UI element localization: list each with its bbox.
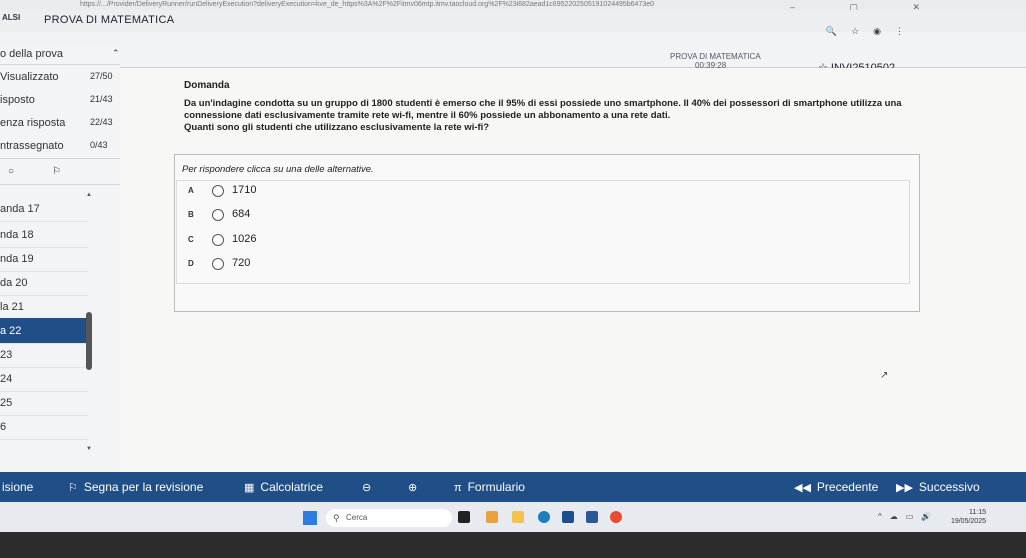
flag-icon: ⚐: [68, 482, 78, 494]
stat-contrassegnato: ntrassegnato 0/43: [0, 140, 120, 152]
mail-icon[interactable]: [586, 511, 598, 523]
stat-risposto: isposto 21/43: [0, 94, 120, 106]
mouse-cursor-icon: ↗: [880, 370, 889, 381]
bottom-action-bar: isione ⚐ Segna per la revisione ▦ Calcolat…: [0, 472, 1026, 502]
zoom-in-icon: ⊕: [408, 482, 418, 494]
app-logo: ALSI: [2, 13, 21, 22]
stat-label: enza risposta: [0, 117, 66, 129]
stat-value: 27/50: [90, 71, 113, 81]
widget-icon[interactable]: [486, 511, 498, 523]
list-item[interactable]: 25: [0, 390, 88, 416]
sidebar: o della prova ⌃ Visualizzato 27/50 ispos…: [0, 46, 120, 472]
option-letter: D: [188, 259, 194, 268]
scroll-down-arrow[interactable]: ▼: [86, 446, 92, 452]
stat-label: isposto: [0, 94, 35, 106]
question-prompt: Quanti sono gli studenti che utilizzano …: [184, 122, 490, 133]
section-label: o della prova: [0, 48, 63, 60]
scrollbar-thumb[interactable]: [86, 312, 92, 370]
zoom-out-icon: ⊖: [362, 482, 372, 494]
option-text: 720: [232, 257, 251, 269]
browser-toolbar-icons[interactable]: 🔍☆◉⋮: [826, 26, 918, 37]
revision-button[interactable]: isione: [2, 480, 33, 494]
search-placeholder: Cerca: [346, 513, 368, 522]
list-item[interactable]: nda 19: [0, 246, 88, 272]
list-item[interactable]: 23: [0, 342, 88, 368]
list-item[interactable]: 24: [0, 366, 88, 392]
stat-label: ntrassegnato: [0, 140, 64, 152]
question-body: Da un'indagine condotta su un gruppo di …: [184, 98, 902, 121]
radio-button[interactable]: [212, 234, 224, 246]
option-letter: A: [188, 186, 194, 195]
previous-button[interactable]: ◀◀ Precedente: [794, 480, 878, 494]
folder-icon[interactable]: [512, 511, 524, 523]
stat-value: 22/43: [90, 117, 113, 127]
list-item-active[interactable]: a 22: [0, 318, 88, 344]
next-icon: ▶▶: [896, 482, 913, 494]
list-item[interactable]: da 20: [0, 270, 88, 296]
mark-label: Segna per la revisione: [83, 480, 204, 494]
monitor-bezel: [0, 532, 1026, 558]
exam-header: PROVA DI MATEMATICA 00:39:28 ☆ INVI25105…: [0, 32, 1026, 74]
option-letter: B: [188, 210, 194, 219]
extension-icon[interactable]: ◉: [873, 26, 895, 36]
zoom-icon[interactable]: 🔍: [826, 26, 851, 36]
clock-time: 11:15: [969, 509, 986, 516]
exam-name: PROVA DI MATEMATICA: [670, 52, 761, 61]
answer-instruction: Per rispondere clicca su una delle alter…: [182, 164, 374, 175]
windows-start-icon[interactable]: [303, 511, 317, 525]
menu-icon[interactable]: ⋮: [895, 26, 918, 36]
option-text: 684: [232, 208, 251, 220]
calculator-icon: ▦: [244, 482, 255, 494]
sidebar-section-title[interactable]: o della prova ⌃: [0, 48, 120, 60]
stat-visualizzato: Visualizzato 27/50: [0, 71, 120, 83]
radio-button[interactable]: [212, 209, 224, 221]
circle-filter-icon[interactable]: ○: [8, 166, 14, 177]
next-label: Successivo: [918, 480, 980, 494]
taskbar-clock[interactable]: 11:15 19/05/2025: [940, 508, 986, 526]
stat-value: 21/43: [90, 94, 113, 104]
option-text: 1026: [232, 233, 257, 245]
mark-for-review-button[interactable]: ⚐ Segna per la revisione: [68, 480, 203, 494]
stat-value: 0/43: [90, 140, 108, 150]
search-icon: ⚲: [333, 513, 340, 523]
radio-button[interactable]: [212, 258, 224, 270]
list-item[interactable]: 6: [0, 414, 88, 440]
chrome-icon[interactable]: [610, 511, 622, 523]
list-item[interactable]: nda 18: [0, 222, 88, 248]
options-frame: [176, 180, 910, 284]
stat-senza-risposta: enza risposta 22/43: [0, 117, 120, 129]
list-item[interactable]: la 21: [0, 294, 88, 320]
radio-button[interactable]: [212, 185, 224, 197]
clock-date: 19/05/2025: [950, 518, 986, 525]
zoom-in-button[interactable]: ⊕: [408, 480, 423, 494]
taskview-icon[interactable]: [458, 511, 470, 523]
chevron-up-icon[interactable]: ⌃: [112, 48, 120, 59]
previous-icon: ◀◀: [794, 482, 811, 494]
calculator-button[interactable]: ▦ Calcolatrice: [244, 480, 323, 494]
formulario-label: Formulario: [467, 480, 525, 494]
calculator-label: Calcolatrice: [260, 480, 324, 494]
os-taskbar: ⚲ Cerca ^☁▭🔊 11:15 19/05/2025: [0, 502, 1026, 532]
taskbar-search[interactable]: ⚲ Cerca: [326, 509, 452, 527]
formulario-button[interactable]: π Formulario: [454, 480, 525, 494]
edge-icon[interactable]: [538, 511, 550, 523]
zoom-out-button[interactable]: ⊖: [362, 480, 377, 494]
pi-icon: π: [454, 482, 462, 494]
stat-label: Visualizzato: [0, 71, 59, 83]
question-text: Da un'indagine condotta su un gruppo di …: [184, 98, 924, 134]
flag-filter-icon[interactable]: ⚐: [52, 166, 61, 177]
next-button[interactable]: ▶▶ Successivo: [896, 480, 980, 494]
previous-label: Precedente: [816, 480, 879, 494]
store-icon[interactable]: [562, 511, 574, 523]
option-letter: C: [188, 235, 194, 244]
list-item[interactable]: anda 17: [0, 196, 88, 222]
star-icon[interactable]: ☆: [851, 26, 873, 36]
option-text: 1710: [232, 184, 257, 196]
question-heading: Domanda: [184, 80, 230, 91]
system-tray[interactable]: ^☁▭🔊: [878, 512, 939, 521]
app-title: PROVA DI MATEMATICA: [44, 14, 175, 26]
